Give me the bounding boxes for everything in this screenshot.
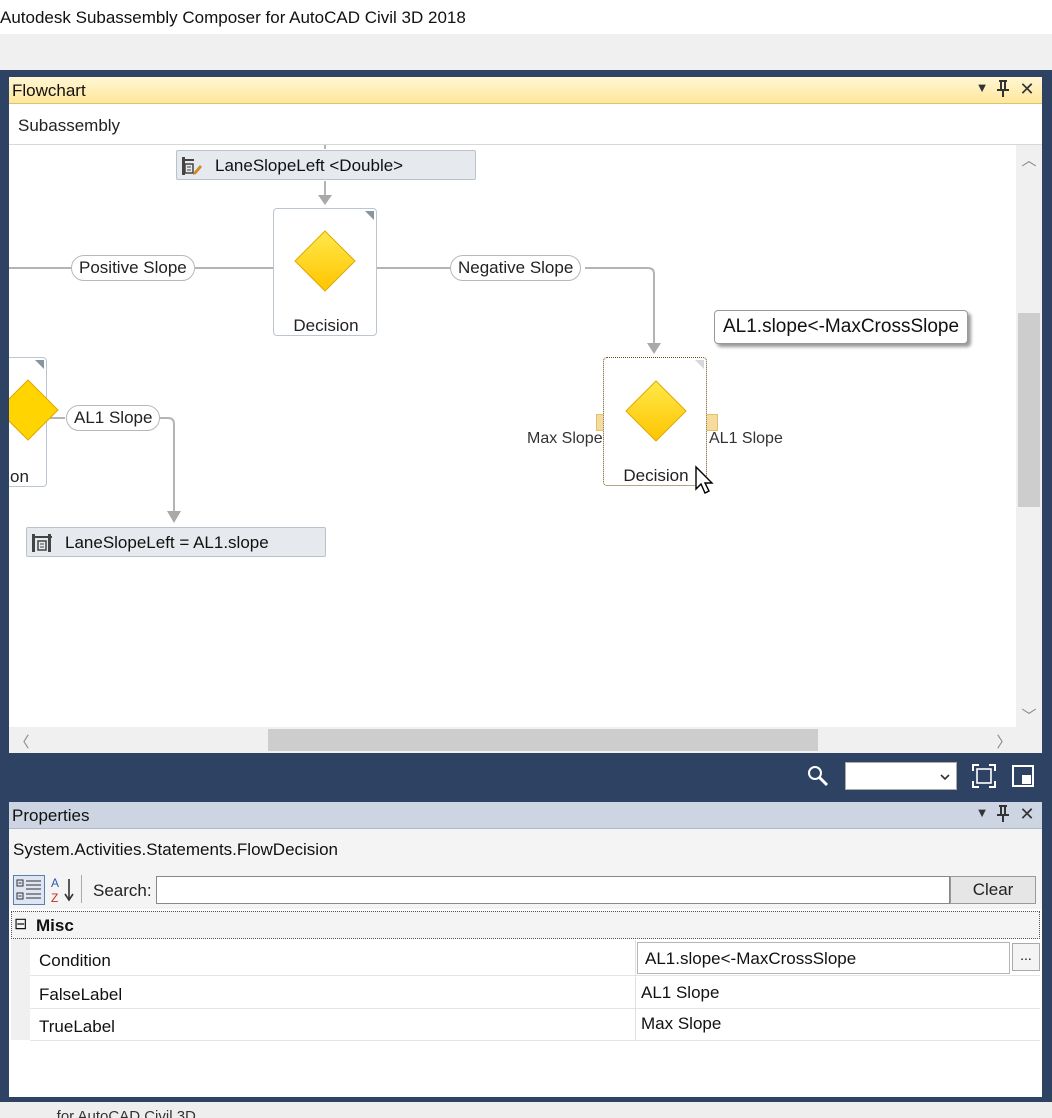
property-grid: ⊟ Misc Condition AL1.slope<-MaxCrossSlop… [9, 909, 1042, 1097]
scroll-up-icon[interactable]: ︿ [1016, 149, 1042, 170]
properties-pane-title: Properties [12, 806, 90, 825]
property-row-condition[interactable]: Condition AL1.slope<-MaxCrossSlope ... [30, 940, 1040, 976]
column-divider [635, 940, 636, 976]
scroll-left-icon[interactable]: 〈 [13, 731, 31, 752]
variable-edit-icon [182, 157, 202, 175]
decision-diamond-icon [625, 380, 687, 442]
corner-expand-icon [365, 211, 374, 220]
decision-label: Decision [293, 316, 359, 335]
categorized-view-icon[interactable] [13, 875, 45, 905]
flowchart-canvas[interactable]: LaneSlopeLeft <Double> Decision Positive… [9, 145, 1016, 727]
decision-node-left[interactable]: on [9, 357, 59, 487]
fit-to-screen-icon[interactable] [972, 764, 996, 788]
property-row-truelabel[interactable]: TrueLabel Max Slope [30, 1009, 1040, 1041]
decision-label: on [10, 467, 29, 486]
flowchart-breadcrumb-bar: Subassembly [9, 104, 1042, 145]
properties-toolbar: AZ Search: Clear [9, 869, 1042, 909]
selected-object-type: System.Activities.Statements.FlowDecisio… [9, 829, 1042, 869]
close-icon[interactable]: ✕ [1017, 79, 1037, 100]
condition-tooltip: AL1.slope<-MaxCrossSlope [714, 310, 969, 344]
svg-text:Z: Z [51, 891, 58, 905]
property-value[interactable]: Max Slope [641, 1014, 721, 1034]
dropdown-icon[interactable]: ▼ [972, 80, 992, 95]
pin-icon[interactable] [993, 79, 1013, 102]
pin-icon[interactable] [993, 804, 1013, 827]
mouse-cursor-icon [695, 465, 714, 494]
activity-label: LaneSlopeLeft <Double> [215, 156, 404, 175]
grid-gutter [11, 939, 30, 1040]
category-name: Misc [36, 916, 74, 935]
zoom-search-icon[interactable] [807, 765, 829, 787]
flowchart-toolbar [9, 758, 1042, 792]
scroll-down-icon[interactable]: ﹀ [1016, 705, 1042, 726]
search-label: Search: [93, 881, 152, 900]
decision-diamond-icon [294, 230, 356, 292]
column-divider [635, 977, 636, 1009]
corner-expand-icon [695, 360, 704, 369]
horizontal-scroll-thumb[interactable] [268, 729, 818, 751]
flowchart-vertical-scrollbar[interactable]: ︿ ﹀ [1016, 145, 1042, 727]
false-branch-label: AL1 Slope [709, 430, 783, 447]
activity-laneslopeleft-assign[interactable]: LaneSlopeLeft = AL1.slope [26, 527, 326, 557]
property-search-input[interactable] [156, 876, 950, 904]
overview-map-icon[interactable] [1012, 765, 1034, 787]
edge-label-negative-slope[interactable]: Negative Slope [450, 255, 582, 281]
properties-pane-header[interactable]: Properties ▼ ✕ [9, 802, 1042, 829]
property-name: FalseLabel [39, 985, 123, 1004]
decision-diamond-icon [9, 379, 59, 441]
sort-alphabetical-icon[interactable]: AZ [49, 875, 77, 905]
column-divider [635, 1009, 636, 1041]
chevron-down-icon [940, 774, 950, 781]
zoom-level-select[interactable] [845, 762, 957, 790]
true-branch-label: Max Slope [527, 430, 603, 447]
ribbon-area [0, 34, 1052, 70]
flowchart-connectors [9, 145, 661, 523]
decision-node-selected[interactable]: Decision [603, 357, 707, 486]
window-title: Autodesk Subassembly Composer for AutoCA… [0, 8, 466, 27]
clear-search-button[interactable]: Clear [950, 876, 1036, 904]
scroll-right-icon[interactable]: 〉 [995, 731, 1013, 752]
edge-label-al1-slope[interactable]: AL1 Slope [66, 405, 161, 431]
dropdown-icon[interactable]: ▼ [972, 805, 992, 820]
property-name: Condition [39, 951, 111, 970]
category-row-misc[interactable]: ⊟ Misc [11, 911, 1040, 939]
close-icon[interactable]: ✕ [1017, 804, 1037, 825]
assign-icon [32, 534, 52, 552]
collapse-toggle-icon[interactable]: ⊟ [14, 914, 27, 934]
condition-value-field[interactable]: AL1.slope<-MaxCrossSlope [637, 942, 1010, 974]
object-type-name: System.Activities.Statements.FlowDecisio… [13, 840, 338, 859]
property-row-falselabel[interactable]: FalseLabel AL1 Slope [30, 977, 1040, 1009]
edge-label-positive-slope[interactable]: Positive Slope [71, 255, 195, 281]
property-value[interactable]: AL1 Slope [641, 983, 719, 1003]
property-value: AL1.slope<-MaxCrossSlope [645, 949, 857, 968]
decision-node-top[interactable]: Decision [273, 208, 377, 336]
connection-point-right[interactable] [706, 414, 718, 431]
flowchart-horizontal-scrollbar[interactable]: 〈 〉 [9, 727, 1042, 753]
svg-text:A: A [51, 876, 59, 890]
window-title-bar: Autodesk Subassembly Composer for AutoCA… [0, 0, 1052, 34]
toolbar-divider [81, 875, 82, 903]
decision-label: Decision [623, 466, 689, 485]
breadcrumb-subassembly[interactable]: Subassembly [18, 116, 120, 136]
vertical-scroll-thumb[interactable] [1018, 313, 1040, 507]
status-text: ... for AutoCAD Civil 3D [40, 1108, 196, 1118]
corner-expand-icon [35, 360, 44, 369]
flowchart-pane-title: Flowchart [12, 81, 86, 100]
property-name: TrueLabel [39, 1017, 115, 1036]
flowchart-pane-header[interactable]: Flowchart ▼ ✕ [9, 77, 1042, 104]
activity-laneslopeleft-variable[interactable]: LaneSlopeLeft <Double> [176, 150, 476, 180]
activity-label: LaneSlopeLeft = AL1.slope [65, 533, 269, 552]
status-bar: ... for AutoCAD Civil 3D [0, 1102, 1052, 1118]
ellipsis-button[interactable]: ... [1012, 943, 1040, 971]
